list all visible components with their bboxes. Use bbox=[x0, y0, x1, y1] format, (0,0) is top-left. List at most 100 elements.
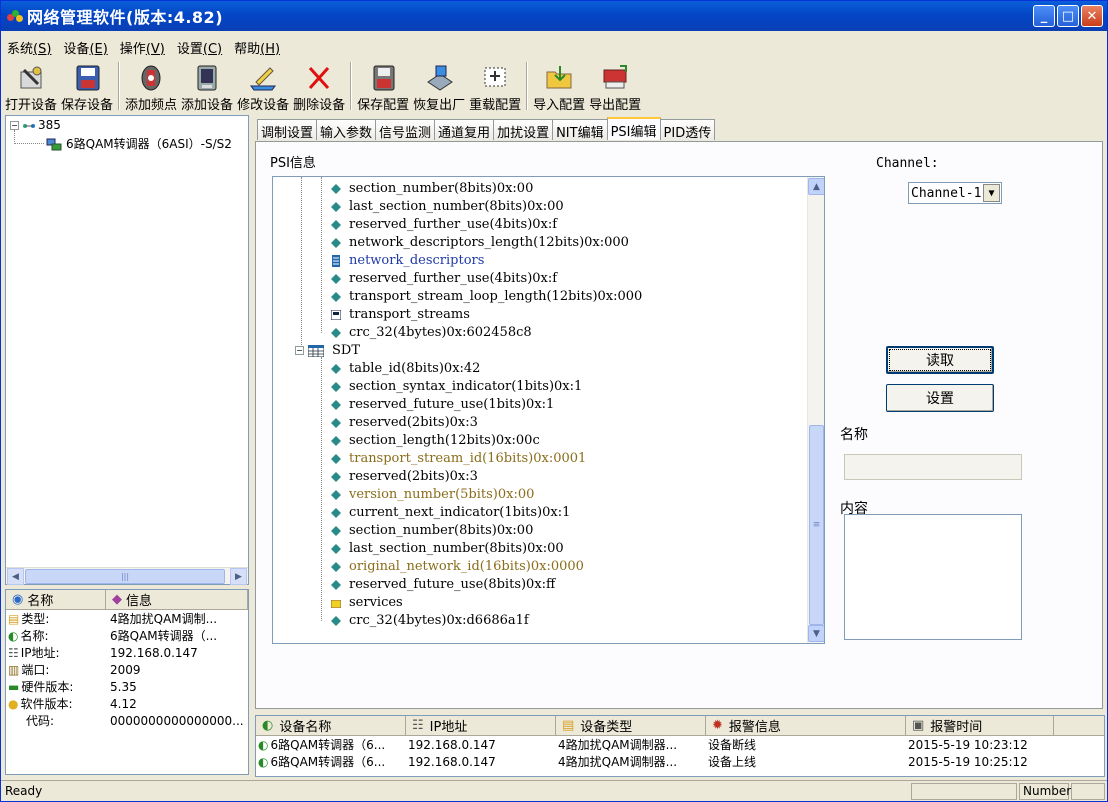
alarm-table[interactable]: ◐ 设备名称 ☷ IP地址 ▤ 设备类型 ✹ 报警信息 ▣ 报警时间 ◐ 6路QAM转调器（… bbox=[255, 715, 1105, 777]
tab-modulation[interactable]: 调制设置 bbox=[257, 119, 318, 141]
psi-field-node[interactable]: current_next_indicator(1bits)0x:1 bbox=[331, 503, 570, 521]
menu-operation[interactable]: 操作(V) bbox=[114, 38, 171, 57]
collapse-toggle-icon[interactable]: − bbox=[295, 345, 304, 355]
psi-field-node[interactable]: services bbox=[330, 593, 403, 611]
tree-device-node[interactable]: 6路QAM转调器（6ASI）-S/S2 bbox=[46, 135, 232, 152]
psi-field-node[interactable]: section_syntax_indicator(1bits)0x:1 bbox=[331, 377, 582, 395]
col-ip[interactable]: ☷ IP地址 bbox=[406, 716, 556, 735]
tab-scramble[interactable]: 加扰设置 bbox=[493, 119, 554, 141]
psi-field-node[interactable]: reserved_future_use(1bits)0x:1 bbox=[331, 395, 554, 413]
psi-field-node[interactable]: version_number(5bits)0x:00 bbox=[331, 485, 534, 503]
channel-select[interactable]: Channel-1 ▼ bbox=[908, 182, 1002, 204]
psi-field-node[interactable]: table_id(8bits)0x:42 bbox=[331, 359, 480, 377]
psi-field-node[interactable]: transport_stream_id(16bits)0x:0001 bbox=[331, 449, 586, 467]
status-bar: Ready Number bbox=[1, 780, 1107, 801]
save-device-icon bbox=[71, 64, 103, 92]
psi-field-node[interactable]: transport_streams bbox=[330, 305, 470, 323]
psi-field-node[interactable]: last_section_number(8bits)0x:00 bbox=[331, 197, 564, 215]
table-row[interactable]: ◐ 6路QAM转调器（6... 192.168.0.147 4路加扰QAM调制器.… bbox=[256, 736, 1104, 753]
read-button[interactable]: 读取 bbox=[886, 346, 994, 374]
port-icon: ▥ bbox=[8, 662, 20, 677]
psi-field-node[interactable]: transport_stream_loop_length(12bits)0x:0… bbox=[331, 287, 642, 305]
field-diamond-icon bbox=[331, 471, 341, 482]
add-frequency-icon bbox=[135, 64, 167, 92]
menu-device[interactable]: 设备(E) bbox=[57, 38, 113, 57]
info-row-type: ▤ 类型: 4路加扰QAM调制... bbox=[8, 611, 218, 627]
psi-field-node[interactable]: crc_32(4bytes)0x:d6686a1f bbox=[331, 611, 529, 629]
reload-config-button[interactable]: 重载配置 bbox=[467, 59, 523, 113]
export-config-button[interactable]: 导出配置 bbox=[587, 59, 643, 113]
col-alarm-time[interactable]: ▣ 报警时间 bbox=[906, 716, 1054, 735]
maximize-button[interactable]: □ bbox=[1057, 5, 1079, 27]
psi-field-node[interactable]: last_section_number(8bits)0x:00 bbox=[331, 539, 564, 557]
content-field[interactable] bbox=[844, 514, 1022, 640]
psi-field-node[interactable]: reserved_future_use(8bits)0x:ff bbox=[331, 575, 555, 593]
field-diamond-icon bbox=[331, 417, 341, 428]
save-config-icon bbox=[367, 64, 399, 92]
psi-field-node[interactable]: network_descriptors bbox=[331, 251, 484, 269]
psi-field-node[interactable]: network_descriptors_length(12bits)0x:000 bbox=[331, 233, 629, 251]
menu-settings[interactable]: 设置(C) bbox=[171, 38, 228, 57]
info-header-info[interactable]: ◆ 信息 bbox=[106, 590, 248, 609]
name-field[interactable] bbox=[844, 454, 1022, 480]
delete-device-button[interactable]: 删除设备 bbox=[291, 59, 347, 113]
factory-reset-icon bbox=[423, 64, 455, 92]
field-diamond-icon bbox=[331, 507, 341, 518]
tree-root-node[interactable]: − 385 bbox=[10, 118, 61, 132]
tab-nit-edit[interactable]: NIT编辑 bbox=[552, 119, 608, 141]
menu-help[interactable]: 帮助(H) bbox=[228, 38, 286, 57]
menu-system[interactable]: 系统(S) bbox=[1, 38, 57, 57]
psi-field-node[interactable]: crc_32(4bytes)0x:602458c8 bbox=[331, 323, 532, 341]
add-frequency-button[interactable]: 添加频点 bbox=[123, 59, 179, 113]
device-tree[interactable]: − 385 6路QAM转调器（6ASI）-S/S2 ◀ ||| ▶ bbox=[5, 115, 249, 585]
col-device-type[interactable]: ▤ 设备类型 bbox=[556, 716, 706, 735]
set-button[interactable]: 设置 bbox=[886, 384, 994, 412]
save-device-button[interactable]: 保存设备 bbox=[59, 59, 115, 113]
info-header-name[interactable]: ◉ 名称 bbox=[6, 590, 106, 609]
title-bar[interactable]: 网络管理软件(版本:4.82) _ □ ✕ bbox=[1, 1, 1107, 31]
tab-pid-passthrough[interactable]: PID透传 bbox=[659, 119, 716, 141]
table-row[interactable]: ◐ 6路QAM转调器（6... 192.168.0.147 4路加扰QAM调制器.… bbox=[256, 753, 1104, 770]
edit-device-button[interactable]: 修改设备 bbox=[235, 59, 291, 113]
device-icon bbox=[46, 137, 62, 151]
scroll-left-arrow-icon[interactable]: ◀ bbox=[7, 568, 24, 585]
toolbar: 打开设备 保存设备 添加频点 添加设备 修改设备 删除设备 保存配置 恢复出厂 … bbox=[3, 59, 643, 113]
scroll-down-arrow-icon[interactable]: ▼ bbox=[808, 625, 824, 642]
tab-signal-monitor[interactable]: 信号监测 bbox=[375, 119, 436, 141]
tab-input-params[interactable]: 输入参数 bbox=[316, 119, 377, 141]
import-config-button[interactable]: 导入配置 bbox=[531, 59, 587, 113]
psi-table-node[interactable]: − SDT bbox=[295, 341, 360, 359]
info-row-hw-version: ▬ 硬件版本: 5.35 bbox=[8, 679, 137, 695]
psi-scroll-thumb[interactable]: ≡ bbox=[809, 425, 824, 625]
open-device-button[interactable]: 打开设备 bbox=[3, 59, 59, 113]
factory-reset-button[interactable]: 恢复出厂 bbox=[411, 59, 467, 113]
device-status-icon: ◐ bbox=[258, 737, 269, 752]
psi-field-node[interactable]: original_network_id(16bits)0x:0000 bbox=[331, 557, 584, 575]
collapse-toggle-icon[interactable]: − bbox=[10, 120, 19, 130]
tab-channel-mux[interactable]: 通道复用 bbox=[434, 119, 495, 141]
psi-field-node[interactable]: reserved_further_use(4bits)0x:f bbox=[331, 269, 557, 287]
psi-field-node[interactable]: reserved(2bits)0x:3 bbox=[331, 467, 478, 485]
reload-config-icon bbox=[479, 64, 511, 92]
col-alarm-info[interactable]: ✹ 报警信息 bbox=[706, 716, 906, 735]
psi-field-node[interactable]: reserved(2bits)0x:3 bbox=[331, 413, 478, 431]
field-diamond-icon bbox=[331, 579, 341, 590]
scroll-right-arrow-icon[interactable]: ▶ bbox=[230, 568, 247, 585]
close-button[interactable]: ✕ bbox=[1081, 5, 1103, 27]
minimize-button[interactable]: _ bbox=[1033, 5, 1055, 27]
save-config-button[interactable]: 保存配置 bbox=[355, 59, 411, 113]
col-device-name[interactable]: ◐ 设备名称 bbox=[256, 716, 406, 735]
psi-field-node[interactable]: reserved_further_use(4bits)0x:f bbox=[331, 215, 557, 233]
tree-horizontal-scrollbar[interactable]: ◀ ||| ▶ bbox=[6, 567, 248, 585]
psi-vertical-scrollbar[interactable]: ▲ ≡ ▼ bbox=[807, 177, 824, 643]
tab-psi-edit[interactable]: PSI编辑 bbox=[606, 117, 661, 140]
field-diamond-icon bbox=[331, 237, 341, 248]
psi-tree[interactable]: section_number(8bits)0x:00 last_section_n… bbox=[272, 176, 825, 644]
scroll-up-arrow-icon[interactable]: ▲ bbox=[808, 178, 824, 195]
psi-field-node[interactable]: section_length(12bits)0x:00c bbox=[331, 431, 540, 449]
psi-field-node[interactable]: section_number(8bits)0x:00 bbox=[331, 179, 533, 197]
chevron-down-icon[interactable]: ▼ bbox=[983, 184, 1000, 202]
psi-field-node[interactable]: section_number(8bits)0x:00 bbox=[331, 521, 533, 539]
scroll-thumb[interactable]: ||| bbox=[25, 569, 225, 584]
add-device-button[interactable]: 添加设备 bbox=[179, 59, 235, 113]
